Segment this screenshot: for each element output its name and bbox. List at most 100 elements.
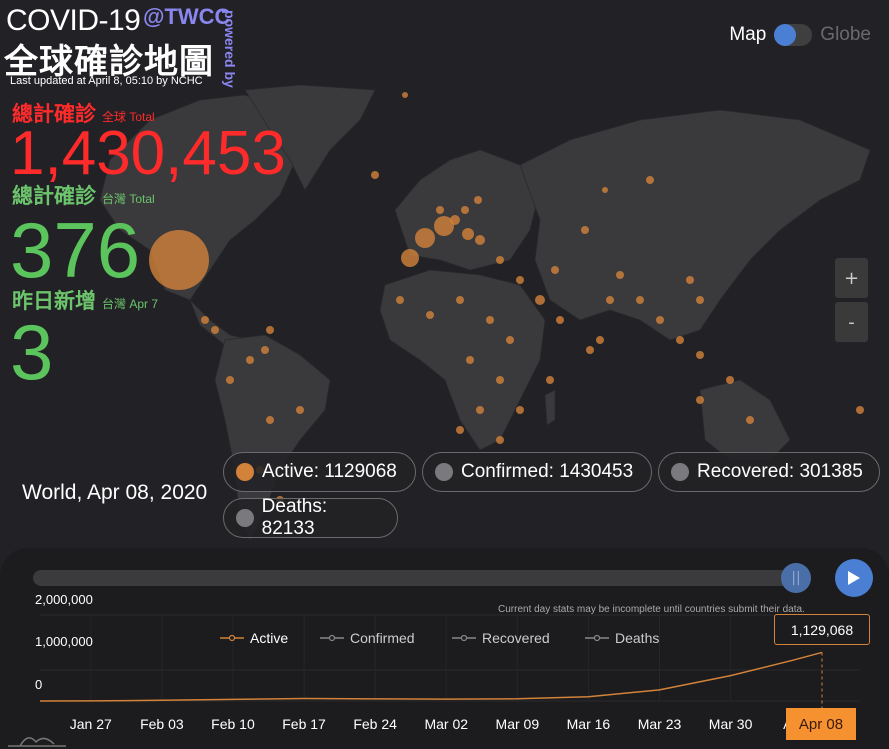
case-bubble[interactable] [456, 296, 464, 304]
case-bubble[interactable] [546, 376, 554, 384]
case-bubble[interactable] [516, 276, 524, 284]
chart-legend: Active Confirmed Recovered Deaths [220, 630, 659, 646]
chart-grid [40, 614, 860, 702]
x-tick-label: Feb 10 [211, 716, 255, 732]
legend-item-confirmed[interactable]: Confirmed [320, 630, 415, 646]
timeline-slider-handle[interactable]: || [781, 563, 811, 593]
australia [699, 379, 791, 461]
app-title-en: COVID-19 [6, 4, 141, 37]
case-bubble[interactable] [696, 296, 704, 304]
case-bubble[interactable] [602, 187, 608, 193]
x-tick-label: Jan 27 [70, 716, 112, 732]
case-bubble[interactable] [436, 206, 444, 214]
case-bubble[interactable] [696, 351, 704, 359]
location-date-label: World, Apr 08, 2020 [22, 481, 208, 504]
timeline-slider-track[interactable] [33, 570, 808, 586]
case-bubble[interactable] [581, 226, 589, 234]
case-bubble[interactable] [426, 311, 434, 319]
case-bubble[interactable] [296, 406, 304, 414]
taiwan-total-title: 總計確診 [12, 184, 96, 208]
case-bubble[interactable] [466, 356, 474, 364]
case-bubble[interactable] [450, 215, 460, 225]
legend-item-recovered[interactable]: Recovered [452, 630, 550, 646]
zoom-out-button[interactable]: - [835, 302, 868, 342]
x-tick-label: Feb 24 [353, 716, 397, 732]
case-bubble[interactable] [516, 406, 524, 414]
case-bubble[interactable] [266, 416, 274, 424]
covid-map-app: COVID-19 @TWCC powered by 全球確診地圖 Last up… [0, 0, 889, 749]
svg-text:Deaths: Deaths [615, 630, 659, 646]
case-bubble[interactable] [475, 235, 485, 245]
case-bubble[interactable] [496, 376, 504, 384]
x-tick-label: Mar 02 [424, 716, 468, 732]
recovered-count: Recovered: 301385 [697, 461, 863, 482]
confirmed-dot-icon [435, 463, 453, 481]
case-bubble[interactable] [496, 436, 504, 444]
toggle-globe-label[interactable]: Globe [820, 24, 871, 46]
legend-item-deaths[interactable]: Deaths [585, 630, 659, 646]
confirmed-count: Confirmed: 1430453 [461, 461, 634, 482]
x-tick-label: Feb 17 [282, 716, 326, 732]
toggle-map-label[interactable]: Map [729, 24, 766, 46]
x-tick-label: Feb 03 [140, 716, 184, 732]
selected-date-marker: Apr 08 [786, 708, 856, 740]
case-bubble[interactable] [246, 356, 254, 364]
case-bubble[interactable] [535, 295, 545, 305]
case-bubble[interactable] [606, 296, 614, 304]
case-bubble[interactable] [371, 171, 379, 179]
case-bubble[interactable] [401, 249, 419, 267]
recovered-filter-pill[interactable]: Recovered: 301385 [658, 452, 880, 492]
case-bubble[interactable] [261, 346, 269, 354]
x-tick-label: Mar 16 [567, 716, 611, 732]
case-bubble[interactable] [149, 230, 209, 290]
case-bubble[interactable] [462, 228, 474, 240]
zoom-in-button[interactable]: + [835, 258, 868, 298]
x-axis-ticks: Jan 27 Feb 03 Feb 10 Feb 17 Feb 24 Mar 02 Mar … [70, 716, 801, 732]
case-bubble[interactable] [586, 346, 594, 354]
case-bubble[interactable] [686, 276, 694, 284]
pause-icon: || [791, 570, 801, 586]
case-bubble[interactable] [746, 416, 754, 424]
y-tick-label: 1,000,000 [35, 634, 93, 649]
case-bubble[interactable] [226, 376, 234, 384]
last-updated-text: Last updated at April 8, 05:10 by NCHC [10, 75, 203, 87]
case-bubble[interactable] [696, 396, 704, 404]
trend-chart[interactable]: 2,000,000 1,000,000 0 Jan 27 Feb 03 Feb 10 Fe… [0, 590, 889, 749]
case-bubble[interactable] [676, 336, 684, 344]
legend-item-active[interactable]: Active [220, 630, 288, 646]
case-bubble[interactable] [726, 376, 734, 384]
case-bubble[interactable] [396, 296, 404, 304]
case-bubble[interactable] [201, 316, 209, 324]
case-bubble[interactable] [402, 92, 408, 98]
active-filter-pill[interactable]: Active: 1129068 [223, 452, 416, 492]
x-tick-label: Mar 09 [496, 716, 540, 732]
case-bubble[interactable] [486, 316, 494, 324]
switch-knob [774, 24, 797, 46]
case-bubble[interactable] [556, 316, 564, 324]
deaths-count: Deaths: 82133 [261, 496, 328, 539]
brand-label: @TWCC [143, 4, 231, 29]
case-bubble[interactable] [474, 196, 482, 204]
chart-series [39, 651, 823, 708]
map-globe-switch[interactable] [774, 24, 813, 46]
case-bubble[interactable] [656, 316, 664, 324]
mountain-logo-icon [8, 737, 66, 747]
svg-text:Active: Active [250, 630, 288, 646]
case-bubble[interactable] [211, 326, 219, 334]
case-bubble[interactable] [456, 426, 464, 434]
case-bubble[interactable] [856, 406, 864, 414]
case-bubble[interactable] [461, 206, 469, 214]
case-bubble[interactable] [616, 271, 624, 279]
case-bubble[interactable] [496, 256, 504, 264]
case-bubble[interactable] [476, 406, 484, 414]
case-bubble[interactable] [415, 228, 435, 248]
confirmed-filter-pill[interactable]: Confirmed: 1430453 [422, 452, 652, 492]
case-bubble[interactable] [646, 176, 654, 184]
case-bubble[interactable] [266, 326, 274, 334]
case-bubble[interactable] [596, 336, 604, 344]
case-bubble[interactable] [551, 266, 559, 274]
deaths-filter-pill[interactable]: Deaths: 82133 [223, 496, 398, 539]
y-tick-label: 0 [35, 677, 42, 692]
case-bubble[interactable] [506, 336, 514, 344]
case-bubble[interactable] [636, 296, 644, 304]
